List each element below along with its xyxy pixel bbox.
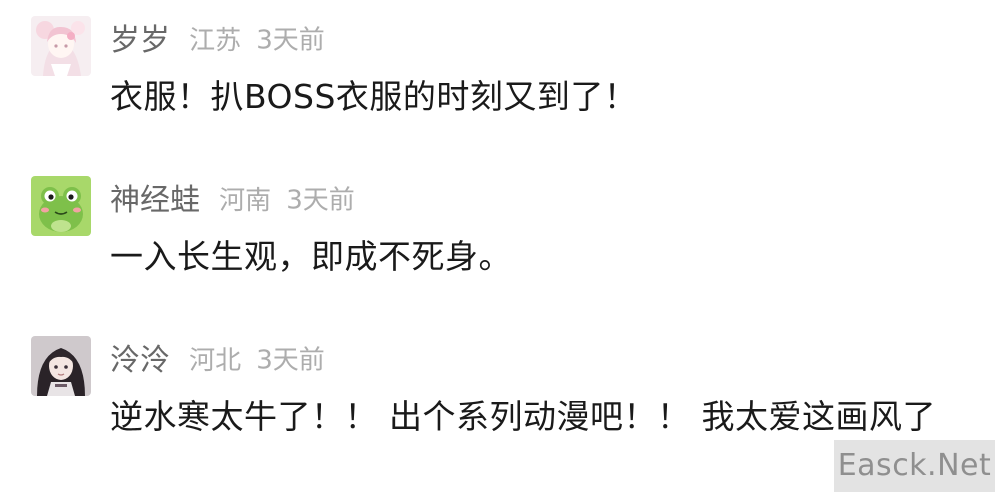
comment-meta: 神经蛙 河南 3天前 [110,178,355,222]
username[interactable]: 神经蛙 [110,183,200,218]
site-watermark: Easck.Net [834,440,995,492]
comment-text: 一入长生观，即成不死身。 [110,237,512,276]
location-label: 河南 [219,185,272,216]
comment-item: 神经蛙 河南 3天前 一入长生观，即成不死身。 [0,160,995,310]
green-frog-avatar-icon [31,176,91,236]
user-avatar[interactable] [31,336,91,396]
timestamp: 3天前 [256,25,325,56]
user-avatar[interactable] [31,176,91,236]
user-avatar[interactable] [31,16,91,76]
location-label: 江苏 [189,25,242,56]
timestamp: 3天前 [286,185,355,216]
comment-list: 岁岁 江苏 3天前 衣服！扒BOSS衣服的时刻又到了！ 神经蛙 河南 3天前 一… [0,0,995,492]
comment-item: 岁岁 江苏 3天前 衣服！扒BOSS衣服的时刻又到了！ [0,0,995,150]
username[interactable]: 岁岁 [110,23,170,58]
comment-text: 逆水寒太牛了！！ 出个系列动漫吧！！ 我太爱这画风了 [110,397,936,436]
anime-girl-pink-avatar-icon [31,16,91,76]
comment-meta: 泠泠 河北 3天前 [110,338,325,382]
location-label: 河北 [189,345,242,376]
comment-text: 衣服！扒BOSS衣服的时刻又到了！ [110,77,638,116]
timestamp: 3天前 [256,345,325,376]
anime-girl-dark-avatar-icon [31,336,91,396]
comment-meta: 岁岁 江苏 3天前 [110,18,325,62]
username[interactable]: 泠泠 [110,343,170,378]
